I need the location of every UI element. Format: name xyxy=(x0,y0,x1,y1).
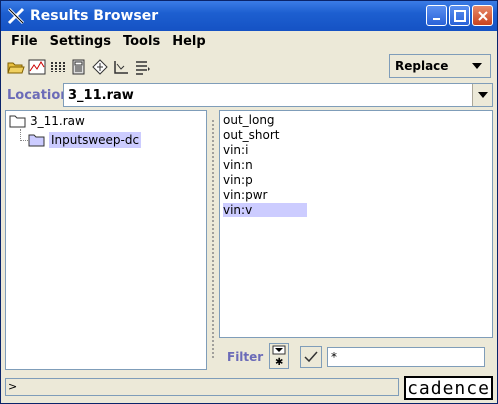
filter-input[interactable]: * xyxy=(327,347,485,367)
menu-settings[interactable]: Settings xyxy=(50,34,111,52)
location-dropdown-button[interactable] xyxy=(472,84,492,106)
sort-toggle-button[interactable]: ✱ xyxy=(269,343,289,369)
sort-icon: ✱ xyxy=(272,345,286,368)
mode-select[interactable]: Replace xyxy=(389,54,491,78)
menu-bar: File Settings Tools Help xyxy=(5,32,206,52)
tree-item-label: Inputsweep-dc xyxy=(49,132,142,148)
maximize-icon xyxy=(453,9,466,22)
tree-item-child[interactable]: Inputsweep-dc xyxy=(28,132,142,148)
checkmark-icon xyxy=(304,351,318,363)
list-item[interactable]: out_short xyxy=(223,128,280,142)
menu-file[interactable]: File xyxy=(11,34,38,52)
close-icon xyxy=(477,10,488,21)
toolbar xyxy=(7,56,151,78)
tree-item-label: 3_11.raw xyxy=(30,114,85,128)
location-field[interactable]: 3_11.raw xyxy=(63,83,493,107)
calculator-icon[interactable] xyxy=(70,58,88,76)
columns-icon[interactable] xyxy=(49,58,67,76)
axis-icon[interactable] xyxy=(112,58,130,76)
graph-icon[interactable] xyxy=(28,58,46,76)
maximize-button[interactable] xyxy=(449,5,470,26)
mode-value: Replace xyxy=(395,59,449,73)
window-title: Results Browser xyxy=(30,8,159,24)
list-item-selected[interactable]: vin:v xyxy=(223,203,307,217)
menu-tools[interactable]: Tools xyxy=(123,34,160,52)
tree-item-root[interactable]: 3_11.raw xyxy=(9,114,85,128)
signal-list[interactable]: out_long out_short vin:i vin:n vin:p vin… xyxy=(219,110,493,338)
list-item[interactable]: vin:i xyxy=(223,143,248,157)
filter-label: Filter xyxy=(227,350,264,364)
close-button[interactable] xyxy=(472,5,493,26)
diamond-icon[interactable] xyxy=(91,58,109,76)
directory-tree[interactable]: 3_11.raw Inputsweep-dc xyxy=(5,110,207,370)
filter-apply-button[interactable] xyxy=(300,346,322,368)
location-label: Location xyxy=(7,88,70,103)
title-bar[interactable]: Results Browser xyxy=(1,1,497,31)
cadence-logo: cadence xyxy=(404,376,493,400)
open-folder-icon[interactable] xyxy=(7,58,25,76)
location-value: 3_11.raw xyxy=(68,88,134,103)
list-item[interactable]: out_long xyxy=(223,113,275,127)
results-browser-window: Results Browser File Settings Tools Help xyxy=(0,0,498,404)
chevron-down-icon xyxy=(477,92,488,98)
minimize-icon xyxy=(432,17,440,20)
chevron-down-icon xyxy=(472,63,482,69)
list-item[interactable]: vin:p xyxy=(223,173,253,187)
folder-icon xyxy=(9,115,26,128)
minimize-button[interactable] xyxy=(426,5,447,26)
tree-connector xyxy=(20,140,28,141)
x11-logo-icon xyxy=(5,5,27,27)
list-item[interactable]: vin:n xyxy=(223,158,253,172)
svg-text:✱: ✱ xyxy=(275,357,283,368)
splitter-grip xyxy=(211,119,215,359)
menu-help[interactable]: Help xyxy=(172,34,205,52)
status-bar: > xyxy=(5,378,399,396)
list-item[interactable]: vin:pwr xyxy=(223,188,267,202)
folder-icon xyxy=(28,134,45,147)
list-icon[interactable] xyxy=(133,58,151,76)
